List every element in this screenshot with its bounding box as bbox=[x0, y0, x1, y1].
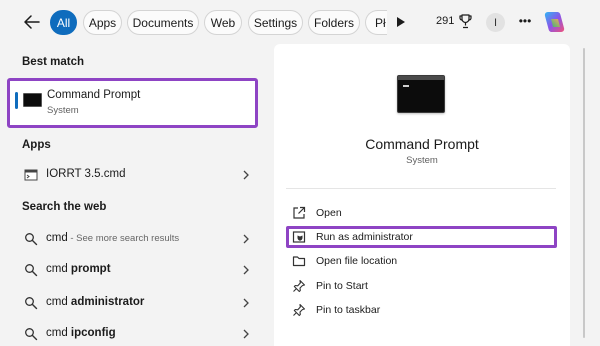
play-icon bbox=[397, 17, 405, 27]
highlight-box-run-as-administrator bbox=[286, 226, 557, 248]
web-result-cmd-administrator[interactable]: cmd administrator bbox=[9, 291, 260, 315]
filter-tab-photos-clipped[interactable]: Pł bbox=[365, 10, 387, 35]
search-icon bbox=[25, 264, 38, 277]
action-pin-to-taskbar[interactable]: Pin to taskbar bbox=[286, 299, 554, 321]
web-result-cmd[interactable]: cmd - See more search results bbox=[9, 227, 260, 251]
back-button[interactable] bbox=[22, 12, 42, 32]
web-result-cmd-ipconfig[interactable]: cmd ipconfig bbox=[9, 322, 260, 346]
chevron-right-icon bbox=[243, 298, 249, 308]
search-filter-bar: All Apps Documents Web Settings Folders … bbox=[0, 0, 600, 44]
filter-tab-folders[interactable]: Folders bbox=[308, 10, 360, 35]
more-options-button[interactable]: ••• bbox=[514, 11, 536, 31]
web-result-label: cmd prompt bbox=[46, 263, 111, 275]
highlight-box-best-match bbox=[7, 78, 258, 128]
web-result-label: cmd administrator bbox=[46, 296, 144, 308]
web-result-cmd-prompt[interactable]: cmd prompt bbox=[9, 258, 260, 282]
rewards-button[interactable] bbox=[459, 14, 472, 29]
copilot-button[interactable] bbox=[542, 9, 568, 35]
best-match-heading: Best match bbox=[22, 56, 84, 68]
account-avatar[interactable]: I bbox=[486, 13, 505, 32]
web-result-query: cmd bbox=[46, 232, 68, 244]
scrollbar[interactable] bbox=[583, 48, 585, 338]
action-label: Pin to Start bbox=[316, 280, 368, 292]
filter-tab-web[interactable]: Web bbox=[204, 10, 242, 35]
action-label: Open file location bbox=[316, 255, 398, 267]
filter-tab-all[interactable]: All bbox=[50, 10, 77, 35]
web-result-suggestion: prompt bbox=[70, 263, 111, 275]
rewards-points: 291 bbox=[436, 15, 455, 27]
web-result-query: cmd bbox=[46, 296, 71, 308]
web-result-query: cmd bbox=[46, 263, 71, 275]
web-result-hint: - See more search results bbox=[67, 233, 180, 244]
preview-pane: Command Prompt System Open Run as admini… bbox=[274, 44, 570, 346]
chevron-right-icon bbox=[243, 329, 249, 339]
app-result-iorrt[interactable]: IORRT 3.5.cmd bbox=[9, 163, 260, 187]
apps-heading: Apps bbox=[22, 139, 51, 151]
chevron-right-icon bbox=[243, 170, 249, 180]
search-web-heading: Search the web bbox=[22, 201, 107, 213]
search-icon bbox=[25, 297, 38, 310]
filter-tab-settings[interactable]: Settings bbox=[248, 10, 303, 35]
cmd-file-icon bbox=[24, 169, 38, 181]
copilot-icon bbox=[544, 12, 565, 32]
chevron-right-icon bbox=[243, 265, 249, 275]
action-label: Open bbox=[316, 207, 342, 219]
action-label: Pin to taskbar bbox=[316, 304, 381, 316]
open-external-icon bbox=[293, 206, 306, 219]
web-result-suggestion: administrator bbox=[70, 296, 145, 308]
action-open-file-location[interactable]: Open file location bbox=[286, 250, 554, 272]
pin-icon bbox=[293, 279, 306, 293]
command-prompt-large-icon bbox=[397, 75, 445, 113]
filter-tab-documents[interactable]: Documents bbox=[127, 10, 199, 35]
web-result-query: cmd bbox=[46, 327, 71, 339]
scroll-filters-button[interactable] bbox=[396, 16, 406, 28]
folder-icon bbox=[292, 256, 306, 267]
web-result-label: cmd ipconfig bbox=[46, 327, 116, 339]
app-result-label: IORRT 3.5.cmd bbox=[46, 168, 126, 180]
filter-tab-apps[interactable]: Apps bbox=[83, 10, 122, 35]
action-pin-to-start[interactable]: Pin to Start bbox=[286, 275, 554, 297]
preview-title: Command Prompt bbox=[365, 136, 479, 152]
chevron-right-icon bbox=[243, 234, 249, 244]
pin-icon bbox=[293, 303, 306, 317]
preview-subtitle: System bbox=[406, 155, 438, 166]
preview-divider bbox=[286, 188, 556, 189]
search-icon bbox=[25, 328, 38, 341]
trophy-icon bbox=[459, 14, 472, 29]
web-result-label: cmd - See more search results bbox=[46, 232, 179, 244]
action-open[interactable]: Open bbox=[286, 202, 554, 224]
web-result-suggestion: ipconfig bbox=[70, 327, 116, 339]
search-icon bbox=[25, 233, 38, 246]
back-arrow-icon bbox=[24, 15, 40, 29]
